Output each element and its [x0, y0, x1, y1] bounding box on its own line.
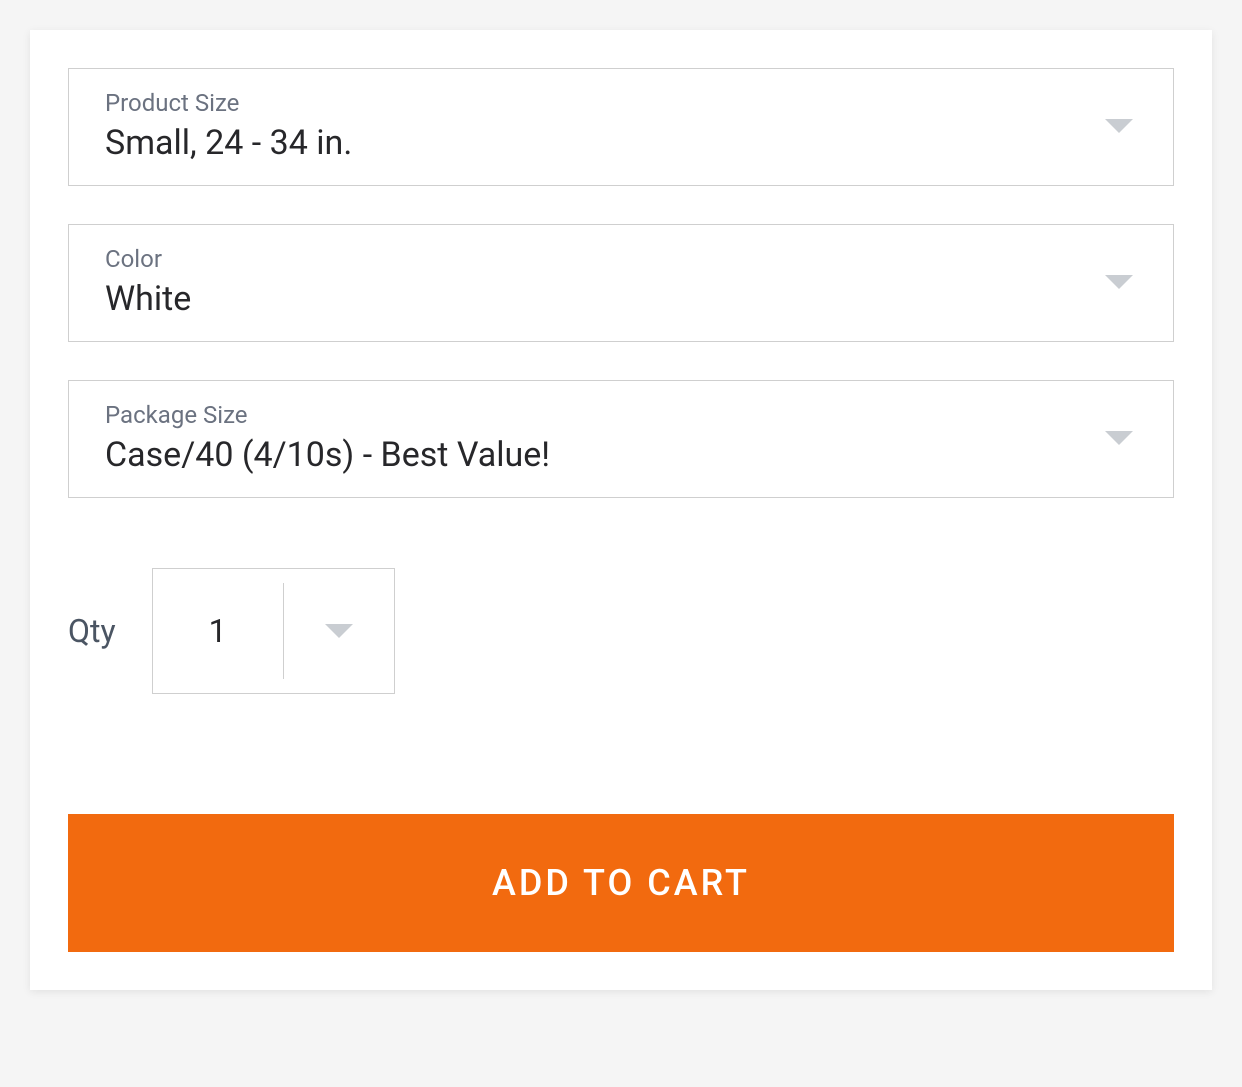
chevron-down-icon — [1105, 431, 1133, 445]
color-value: White — [105, 279, 191, 319]
color-content: Color White — [105, 245, 191, 319]
quantity-stepper — [152, 568, 395, 694]
package-size-select[interactable]: Package Size Case/40 (4/10s) - Best Valu… — [68, 380, 1174, 498]
quantity-label: Qty — [68, 612, 116, 650]
product-size-label: Product Size — [105, 89, 352, 117]
package-size-label: Package Size — [105, 401, 550, 429]
chevron-down-icon — [1105, 275, 1133, 289]
package-size-content: Package Size Case/40 (4/10s) - Best Valu… — [105, 401, 550, 475]
product-size-content: Product Size Small, 24 - 34 in. — [105, 89, 352, 163]
chevron-down-icon — [1105, 119, 1133, 133]
chevron-down-icon — [325, 624, 353, 638]
quantity-input[interactable] — [153, 569, 283, 693]
color-select[interactable]: Color White — [68, 224, 1174, 342]
add-to-cart-button[interactable]: ADD TO CART — [68, 814, 1174, 952]
product-size-select[interactable]: Product Size Small, 24 - 34 in. — [68, 68, 1174, 186]
color-label: Color — [105, 245, 191, 273]
quantity-dropdown[interactable] — [284, 569, 394, 693]
product-size-value: Small, 24 - 34 in. — [105, 123, 352, 163]
quantity-row: Qty — [68, 568, 1174, 694]
product-options-card: Product Size Small, 24 - 34 in. Color Wh… — [30, 30, 1212, 990]
package-size-value: Case/40 (4/10s) - Best Value! — [105, 435, 550, 475]
